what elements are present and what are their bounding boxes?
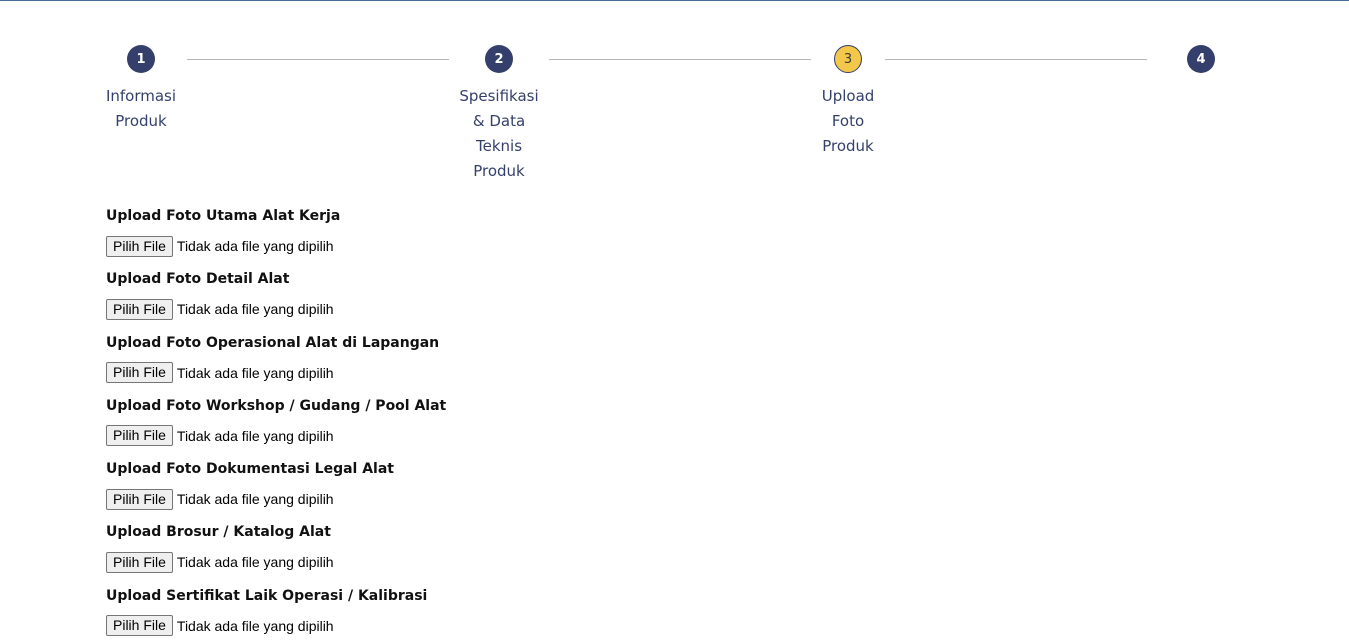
- file-status: Tidak ada file yang dipilih: [176, 617, 334, 634]
- step-3-circle[interactable]: 3: [834, 45, 862, 73]
- file-input: Pilih File Tidak ada file yang dipilih: [106, 362, 706, 384]
- choose-file-button[interactable]: Pilih File: [106, 362, 173, 384]
- step-1-circle[interactable]: 1: [127, 45, 155, 73]
- upload-group-certificate: Upload Sertifikat Laik Operasi / Kalibra…: [106, 584, 706, 641]
- step-4-circle[interactable]: 4: [1187, 45, 1215, 73]
- step-2-circle[interactable]: 2: [485, 45, 513, 73]
- upload-label: Upload Foto Detail Alat: [106, 271, 290, 288]
- upload-group-main-photo: Upload Foto Utama Alat Kerja Pilih File …: [106, 204, 706, 267]
- choose-file-button[interactable]: Pilih File: [106, 298, 173, 320]
- file-status: Tidak ada file yang dipilih: [176, 427, 334, 444]
- step-1-label: Informasi Produk: [105, 87, 177, 130]
- file-status: Tidak ada file yang dipilih: [176, 238, 334, 254]
- choose-file-button[interactable]: Pilih File: [106, 551, 173, 573]
- step-connector-2-3: [549, 59, 811, 60]
- upload-label: Upload Sertifikat Laik Operasi / Kalibra…: [106, 587, 428, 604]
- upload-group-field-operation-photo: Upload Foto Operasional Alat di Lapangan…: [106, 331, 706, 394]
- choose-file-button[interactable]: Pilih File: [106, 425, 173, 447]
- file-input: Pilih File Tidak ada file yang dipilih: [106, 615, 706, 637]
- upload-label: Upload Foto Operasional Alat di Lapangan: [106, 334, 440, 351]
- choose-file-button[interactable]: Pilih File: [106, 235, 173, 257]
- file-input: Pilih File Tidak ada file yang dipilih: [106, 488, 706, 510]
- file-status: Tidak ada file yang dipilih: [176, 301, 334, 318]
- step-2-label: Spesifikasi & Data Teknis Produk: [459, 87, 539, 180]
- upload-label: Upload Brosur / Katalog Alat: [106, 524, 331, 541]
- file-input: Pilih File Tidak ada file yang dipilih: [106, 425, 706, 447]
- file-status: Tidak ada file yang dipilih: [176, 364, 334, 381]
- upload-group-workshop-photo: Upload Foto Workshop / Gudang / Pool Ala…: [106, 394, 706, 457]
- choose-file-button[interactable]: Pilih File: [106, 488, 173, 510]
- file-input: Pilih File Tidak ada file yang dipilih: [106, 298, 706, 320]
- upload-form: Upload Foto Utama Alat Kerja Pilih File …: [106, 204, 706, 641]
- upload-group-legal-docs-photo: Upload Foto Dokumentasi Legal Alat Pilih…: [106, 457, 706, 520]
- progress-stepper: 1 Informasi Produk 2 Spesifikasi & Data …: [0, 0, 1349, 200]
- choose-file-button[interactable]: Pilih File: [106, 615, 173, 637]
- step-3-label: Upload Foto Produk: [821, 87, 875, 155]
- upload-group-brochure: Upload Brosur / Katalog Alat Pilih File …: [106, 520, 706, 583]
- upload-label: Upload Foto Workshop / Gudang / Pool Ala…: [106, 397, 447, 414]
- upload-group-detail-photo: Upload Foto Detail Alat Pilih File Tidak…: [106, 267, 706, 330]
- step-connector-1-2: [187, 59, 449, 60]
- upload-label: Upload Foto Dokumentasi Legal Alat: [106, 461, 394, 478]
- upload-label: Upload Foto Utama Alat Kerja: [106, 208, 341, 224]
- file-input: Pilih File Tidak ada file yang dipilih: [106, 235, 706, 257]
- step-connector-3-4: [885, 59, 1147, 60]
- file-status: Tidak ada file yang dipilih: [176, 554, 334, 571]
- file-status: Tidak ada file yang dipilih: [176, 491, 334, 508]
- file-input: Pilih File Tidak ada file yang dipilih: [106, 551, 706, 573]
